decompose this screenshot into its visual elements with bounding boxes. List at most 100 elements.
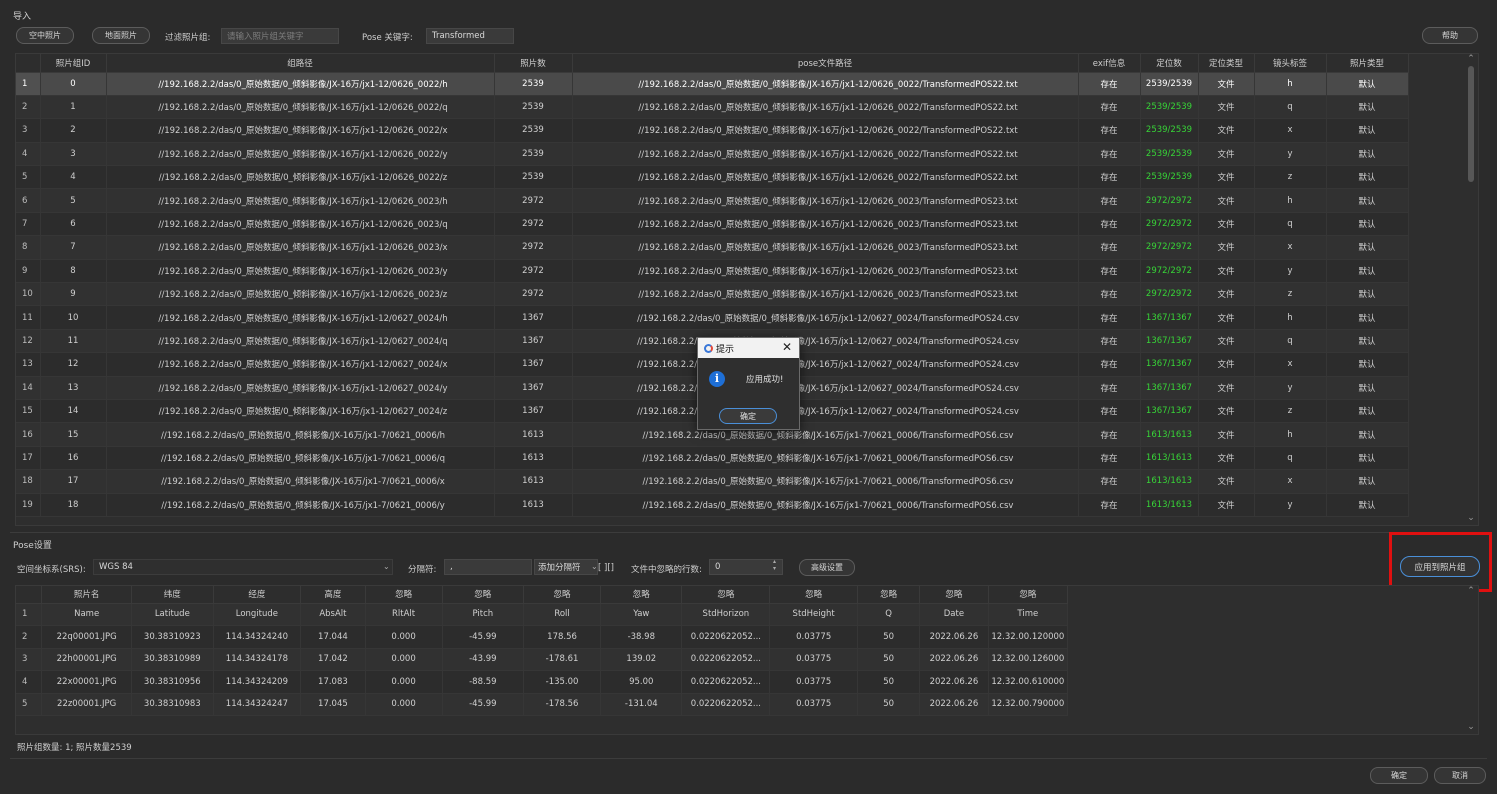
header-ignore[interactable]: 忽略 (769, 586, 859, 604)
header-ignore[interactable]: 忽略 (988, 586, 1069, 604)
header-photo-type[interactable]: 照片类型 (1326, 54, 1409, 73)
row-number[interactable]: 16 (16, 422, 41, 447)
add-separator-select[interactable]: 添加分隔符 (534, 559, 598, 575)
skip-rows-spinbox[interactable]: 0 (709, 559, 783, 575)
filter-input[interactable]: 请输入照片组关键字 (221, 28, 339, 44)
header-exif[interactable]: exif信息 (1078, 54, 1141, 73)
ok-button[interactable]: 确定 (1370, 767, 1428, 784)
aerial-photo-button[interactable]: 空中照片 (16, 27, 74, 44)
spin-arrows-icon[interactable]: ▴ ▾ (773, 558, 776, 572)
row-number[interactable]: 10 (16, 282, 41, 307)
table-row[interactable]: 10 9//192.168.2.2/das/0_原始数据/0_倾斜影像/JX-16… (16, 282, 1409, 307)
table-row[interactable]: 2 22q00001.JPG 30.38310923 114.34324240 17.0… (16, 625, 1069, 649)
advanced-settings-button[interactable]: 高级设置 (799, 559, 855, 576)
header-lens-tag[interactable]: 镜头标签 (1254, 54, 1327, 73)
row-number[interactable]: 1 (16, 72, 41, 96)
pose-path-cell: //192.168.2.2/das/0_原始数据/0_倾斜影像/JX-16万/j… (572, 352, 1079, 377)
header-position-type[interactable]: 定位类型 (1198, 54, 1255, 73)
header-group-path[interactable]: 组路径 (106, 54, 495, 73)
table-row[interactable]: 18 17//192.168.2.2/das/0_原始数据/0_倾斜影像/JX-1… (16, 469, 1409, 494)
table-row[interactable]: 1 0//192.168.2.2/das/0_原始数据/0_倾斜影像/JX-16万… (16, 72, 1409, 96)
row-number[interactable]: 13 (16, 352, 41, 377)
table-row[interactable]: 7 6//192.168.2.2/das/0_原始数据/0_倾斜影像/JX-16万… (16, 212, 1409, 237)
table-row[interactable]: 6 5//192.168.2.2/das/0_原始数据/0_倾斜影像/JX-16万… (16, 188, 1409, 213)
row-number[interactable]: 2 (16, 95, 41, 120)
photo-type-cell: 默认 (1326, 282, 1409, 307)
row-number[interactable]: 2 (16, 625, 43, 649)
ground-photo-button[interactable]: 地面照片 (92, 27, 150, 44)
table-row[interactable]: 4 22x00001.JPG 30.38310956 114.34324209 17.0… (16, 670, 1069, 694)
bottom-table-scrollbar[interactable]: ⌃ ⌄ (1464, 586, 1478, 734)
abs-alt-cell: 17.042 (300, 648, 366, 671)
row-number[interactable]: 4 (16, 142, 41, 167)
table-row[interactable]: 8 7//192.168.2.2/das/0_原始数据/0_倾斜影像/JX-16万… (16, 235, 1409, 260)
row-number[interactable]: 11 (16, 305, 41, 330)
row-number[interactable]: 5 (16, 693, 43, 716)
header-group-id[interactable]: 照片组ID (40, 54, 107, 73)
header-position-count[interactable]: 定位数 (1140, 54, 1199, 73)
photo-count-cell: 1367 (494, 352, 573, 377)
header-photo-name[interactable]: 照片名 (41, 586, 133, 604)
header-latitude[interactable]: 纬度 (131, 586, 214, 604)
row-number[interactable]: 8 (16, 235, 41, 260)
header-ignore[interactable]: 忽略 (857, 586, 921, 604)
scrollbar-thumb[interactable] (1468, 66, 1474, 182)
group-path-cell: //192.168.2.2/das/0_原始数据/0_倾斜影像/JX-16万/j… (106, 422, 495, 447)
close-icon[interactable]: ✕ (782, 340, 792, 354)
row-number[interactable]: 15 (16, 399, 41, 424)
chevron-down-icon[interactable]: ⌄ (383, 562, 390, 571)
srs-select[interactable]: WGS 84 (93, 559, 393, 575)
table-row[interactable]: 19 18//192.168.2.2/das/0_原始数据/0_倾斜影像/JX-1… (16, 493, 1409, 517)
table-row[interactable]: 1 Name Latitude Longitude AbsAlt RltAlt Pitch R… (16, 603, 1069, 626)
pose-preview-table[interactable]: 照片名 纬度 经度 高度 忽略 忽略 忽略 忽略 忽略 忽略 忽略 忽略 忽略 … (15, 585, 1479, 735)
table-row[interactable]: 11 10//192.168.2.2/das/0_原始数据/0_倾斜影像/JX-1… (16, 305, 1409, 330)
group-path-cell: //192.168.2.2/das/0_原始数据/0_倾斜影像/JX-16万/j… (106, 376, 495, 400)
scroll-down-icon[interactable]: ⌄ (1466, 513, 1476, 523)
row-number[interactable]: 3 (16, 118, 41, 143)
row-number[interactable]: 3 (16, 648, 43, 671)
header-ignore[interactable]: 忽略 (365, 586, 443, 604)
table-row[interactable]: 17 16//192.168.2.2/das/0_原始数据/0_倾斜影像/JX-1… (16, 446, 1409, 471)
scroll-up-icon[interactable]: ⌃ (1466, 54, 1476, 64)
help-button[interactable]: 帮助 (1422, 27, 1478, 44)
position-count-cell: 2972/2972 (1140, 259, 1199, 284)
row-number[interactable]: 12 (16, 329, 41, 354)
separator-input[interactable]: , (444, 559, 532, 575)
row-number[interactable]: 4 (16, 670, 43, 694)
header-longitude[interactable]: 经度 (213, 586, 302, 604)
row-number[interactable]: 6 (16, 188, 41, 213)
header-ignore[interactable]: 忽略 (600, 586, 683, 604)
row-number[interactable]: 17 (16, 446, 41, 471)
header-pose-path[interactable]: pose文件路径 (572, 54, 1079, 73)
table-row[interactable]: 5 22z00001.JPG 30.38310983 114.34324247 17.0… (16, 693, 1069, 716)
dialog-ok-button[interactable]: 确定 (719, 408, 777, 424)
row-number[interactable]: 5 (16, 165, 41, 190)
header-height[interactable]: 高度 (300, 586, 366, 604)
header-photo-count[interactable]: 照片数 (494, 54, 573, 73)
row-number[interactable]: 1 (16, 603, 43, 626)
cancel-button[interactable]: 取消 (1434, 767, 1486, 784)
scroll-up-icon[interactable]: ⌃ (1466, 586, 1476, 596)
header-ignore[interactable]: 忽略 (681, 586, 771, 604)
row-number[interactable]: 19 (16, 493, 41, 517)
row-number[interactable]: 9 (16, 259, 41, 284)
photo-group-table[interactable]: 照片组ID 组路径 照片数 pose文件路径 exif信息 定位数 定位类型 镜… (15, 53, 1479, 526)
row-number[interactable]: 18 (16, 469, 41, 494)
table-row[interactable]: 4 3//192.168.2.2/das/0_原始数据/0_倾斜影像/JX-16万… (16, 142, 1409, 167)
table-row[interactable]: 9 8//192.168.2.2/das/0_原始数据/0_倾斜影像/JX-16万… (16, 259, 1409, 284)
table-row[interactable]: 3 2//192.168.2.2/das/0_原始数据/0_倾斜影像/JX-16万… (16, 118, 1409, 143)
header-ignore[interactable]: 忽略 (523, 586, 602, 604)
row-number[interactable]: 14 (16, 376, 41, 400)
header-ignore[interactable]: 忽略 (919, 586, 989, 604)
pose-key-input[interactable]: Transformed (426, 28, 514, 44)
header-ignore[interactable]: 忽略 (442, 586, 525, 604)
scroll-down-icon[interactable]: ⌄ (1466, 722, 1476, 732)
separator-chevron-icon[interactable]: ⌄ (591, 562, 598, 571)
position-count-cell: 2972/2972 (1140, 282, 1199, 307)
table-row[interactable]: 5 4//192.168.2.2/das/0_原始数据/0_倾斜影像/JX-16万… (16, 165, 1409, 190)
photo-type-cell: 默认 (1326, 305, 1409, 330)
table-row[interactable]: 3 22h00001.JPG 30.38310989 114.34324178 17.0… (16, 648, 1069, 671)
table-row[interactable]: 2 1//192.168.2.2/das/0_原始数据/0_倾斜影像/JX-16万… (16, 95, 1409, 120)
top-table-scrollbar[interactable]: ⌃ ⌄ (1464, 54, 1478, 525)
row-number[interactable]: 7 (16, 212, 41, 237)
